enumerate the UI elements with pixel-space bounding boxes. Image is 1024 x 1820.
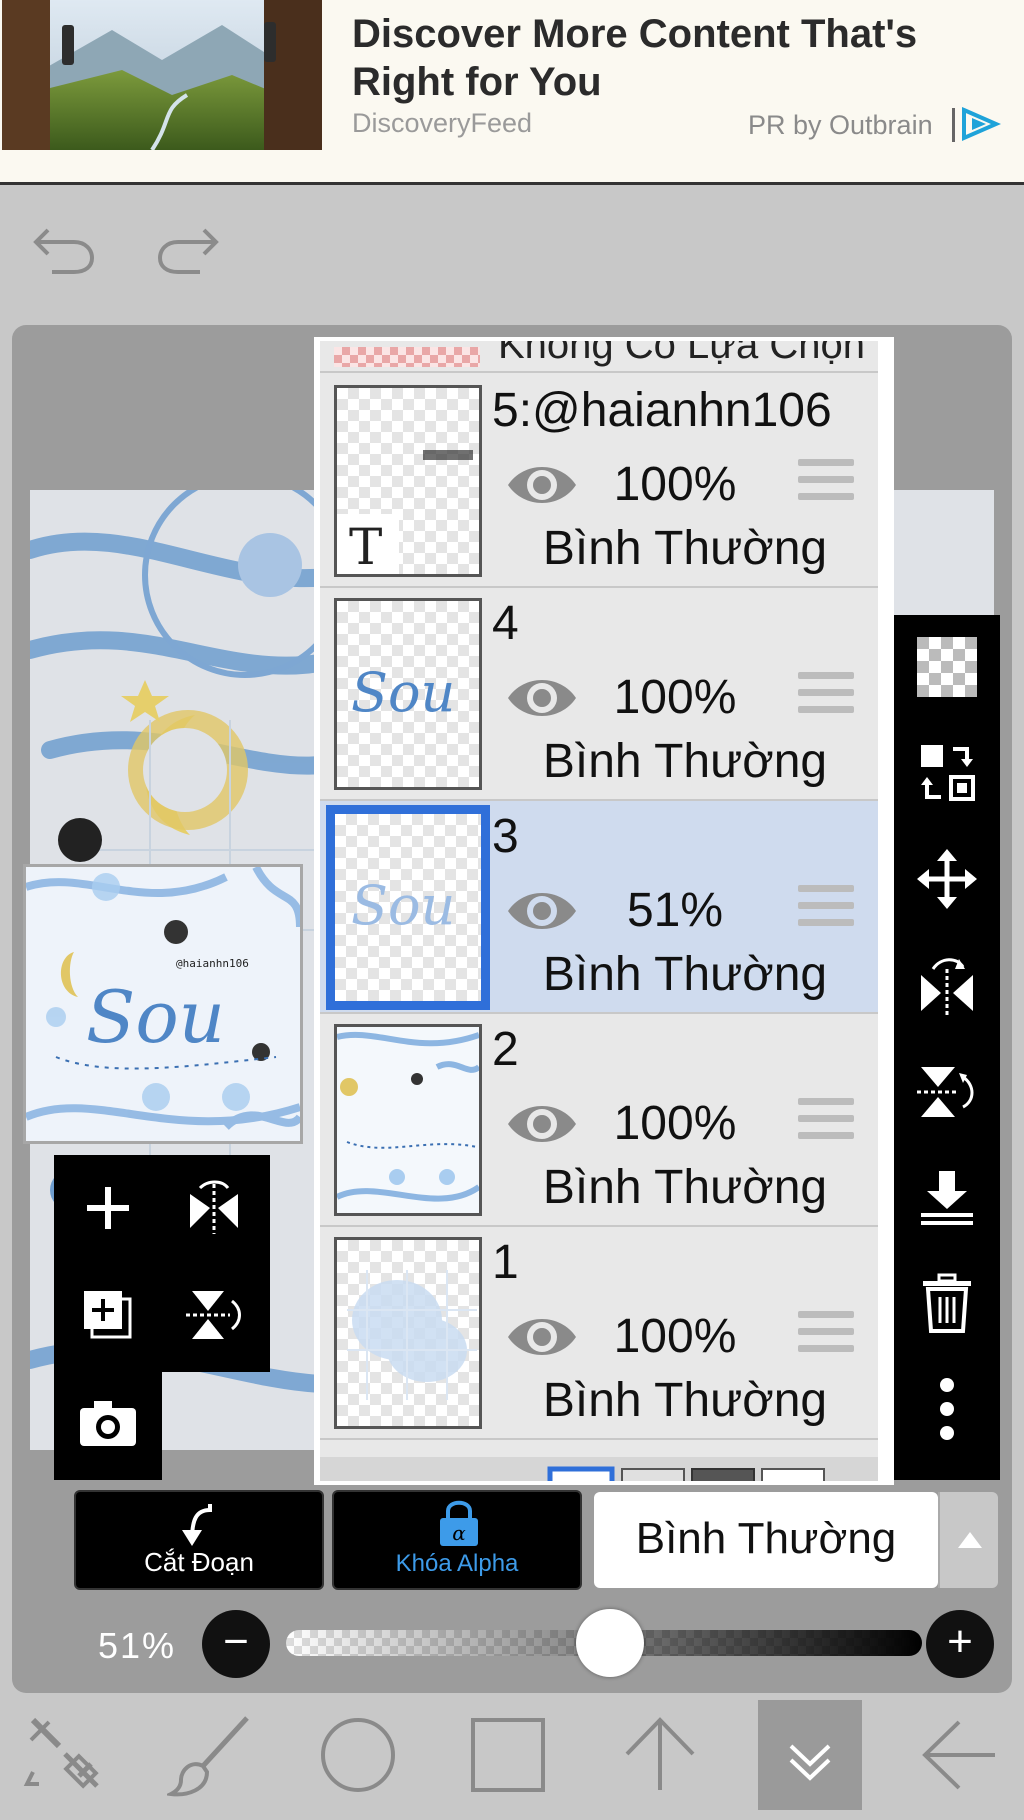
selection-layer-row[interactable]: Không Có Lựa Chọn: [320, 341, 878, 373]
ad-pr-label[interactable]: PR by Outbrain: [748, 110, 933, 141]
layer-thumbnail: T: [334, 385, 482, 577]
layer-thumbnail: Sou: [326, 805, 490, 1010]
more-options-icon[interactable]: [907, 1369, 987, 1449]
layer-opacity: 100%: [613, 1097, 737, 1150]
brush-tool-icon[interactable]: [152, 1700, 272, 1810]
layer-name: 4: [492, 597, 519, 650]
svg-text:Sou: Sou: [351, 874, 455, 937]
visibility-eye-icon[interactable]: [504, 1096, 580, 1152]
layer-list[interactable]: Không Có Lựa Chọn T 5:@haianhn106 100% B…: [314, 337, 894, 1485]
opacity-decrease-button[interactable]: −: [202, 1610, 270, 1678]
layer-thumbnail: Sou: [334, 598, 482, 790]
selection-thumb: [334, 347, 480, 367]
opacity-slider-knob[interactable]: [576, 1609, 645, 1677]
flip-layer-vertical-icon[interactable]: [174, 1275, 254, 1355]
clipping-button[interactable]: Cắt Đoạn: [74, 1490, 324, 1590]
upload-arrow-icon[interactable]: [600, 1700, 720, 1810]
drag-handle-icon[interactable]: [798, 672, 854, 722]
text-layer-icon: T: [349, 518, 382, 574]
layer-name: 5:@haianhn106: [492, 384, 832, 437]
ad-image[interactable]: [2, 0, 322, 150]
canvas-navigator-preview[interactable]: Sou @haianhn106: [23, 864, 303, 1144]
drag-handle-icon[interactable]: [798, 885, 854, 935]
layer-name: 1: [492, 1236, 519, 1289]
clipping-label: Cắt Đoạn: [144, 1547, 254, 1577]
layer-side-toolbar: [894, 615, 1000, 1480]
layer-row-1[interactable]: 1 100% Bình Thường: [320, 1227, 878, 1440]
preview-script-text: Sou: [86, 975, 225, 1059]
camera-icon[interactable]: [68, 1383, 148, 1463]
alpha-lock-button[interactable]: α Khóa Alpha: [332, 1490, 582, 1590]
rectangle-tool-icon[interactable]: [448, 1700, 568, 1810]
layer-thumbnail: [334, 1237, 482, 1429]
duplicate-layer-icon[interactable]: [68, 1275, 148, 1355]
layer-opacity: 100%: [613, 671, 737, 724]
layer-opacity: 100%: [613, 458, 737, 511]
layer-blend-mode: Bình Thường: [542, 522, 828, 575]
drag-handle-icon[interactable]: [798, 1098, 854, 1148]
blend-mode-select[interactable]: Bình Thường: [594, 1492, 938, 1588]
background-options-strip[interactable]: [320, 1457, 878, 1481]
layer-row-5[interactable]: T 5:@haianhn106 100% Bình Thường: [320, 375, 878, 588]
layer-blend-mode: Bình Thường: [542, 1161, 828, 1214]
layer-row-3[interactable]: Sou 3 51% Bình Thường: [320, 801, 878, 1014]
swap-layers-icon[interactable]: [907, 733, 987, 813]
add-layer-icon[interactable]: [68, 1168, 148, 1248]
drag-handle-icon[interactable]: [798, 459, 854, 509]
flip-layer-horizontal-icon[interactable]: [174, 1168, 254, 1248]
preview-credit-text: @haianhn106: [176, 957, 249, 970]
move-icon[interactable]: [907, 839, 987, 919]
opacity-value-label: 51%: [98, 1625, 177, 1666]
redo-icon[interactable]: [152, 222, 222, 278]
opacity-increase-button[interactable]: +: [926, 1610, 994, 1678]
layer-opacity: 100%: [613, 1310, 737, 1363]
flip-horizontal-icon[interactable]: [907, 945, 987, 1025]
editor-panel: Sou @haianhn106 Không Có Lựa Chọn T 5:@h…: [12, 325, 1012, 1693]
layer-blend-mode: Bình Thường: [542, 1374, 828, 1427]
merge-down-icon[interactable]: [907, 1157, 987, 1237]
selection-layer-label: Không Có Lựa Chọn: [498, 341, 866, 367]
outbrain-logo-icon[interactable]: [950, 104, 1002, 144]
back-arrow-icon[interactable]: [900, 1700, 1020, 1810]
visibility-eye-icon[interactable]: [504, 883, 580, 939]
visibility-eye-icon[interactable]: [504, 457, 580, 513]
delete-layer-icon[interactable]: [907, 1263, 987, 1343]
layer-blend-mode: Bình Thường: [542, 735, 828, 788]
layer-row-4[interactable]: Sou 4 100% Bình Thường: [320, 588, 878, 801]
ad-title[interactable]: Discover More Content That's Right for Y…: [352, 10, 982, 106]
layers-collapse-icon[interactable]: [758, 1700, 862, 1810]
blend-mode-value: Bình Thường: [635, 1514, 897, 1563]
layer-thumbnail: [334, 1024, 482, 1216]
ellipse-tool-icon[interactable]: [298, 1700, 418, 1810]
visibility-eye-icon[interactable]: [504, 1309, 580, 1365]
select-transform-tool-icon[interactable]: [4, 1700, 124, 1810]
svg-text:α: α: [452, 1521, 466, 1545]
flip-vertical-icon[interactable]: [907, 1051, 987, 1131]
drag-handle-icon[interactable]: [798, 1311, 854, 1361]
layer-name: 2: [492, 1023, 519, 1076]
layer-name: 3: [492, 810, 519, 863]
alpha-lock-label: Khóa Alpha: [395, 1550, 519, 1577]
svg-text:Sou: Sou: [351, 661, 455, 724]
layer-blend-mode: Bình Thường: [542, 948, 828, 1001]
ad-banner[interactable]: Discover More Content That's Right for Y…: [0, 0, 1024, 185]
visibility-eye-icon[interactable]: [504, 670, 580, 726]
ad-source: DiscoveryFeed: [352, 108, 533, 138]
transparency-checker-icon[interactable]: [907, 627, 987, 707]
layer-row-2[interactable]: 2 100% Bình Thường: [320, 1014, 878, 1227]
undo-icon[interactable]: [30, 222, 100, 278]
blend-mode-dropdown-arrow-icon[interactable]: [938, 1492, 998, 1588]
layer-opacity: 51%: [626, 884, 724, 937]
